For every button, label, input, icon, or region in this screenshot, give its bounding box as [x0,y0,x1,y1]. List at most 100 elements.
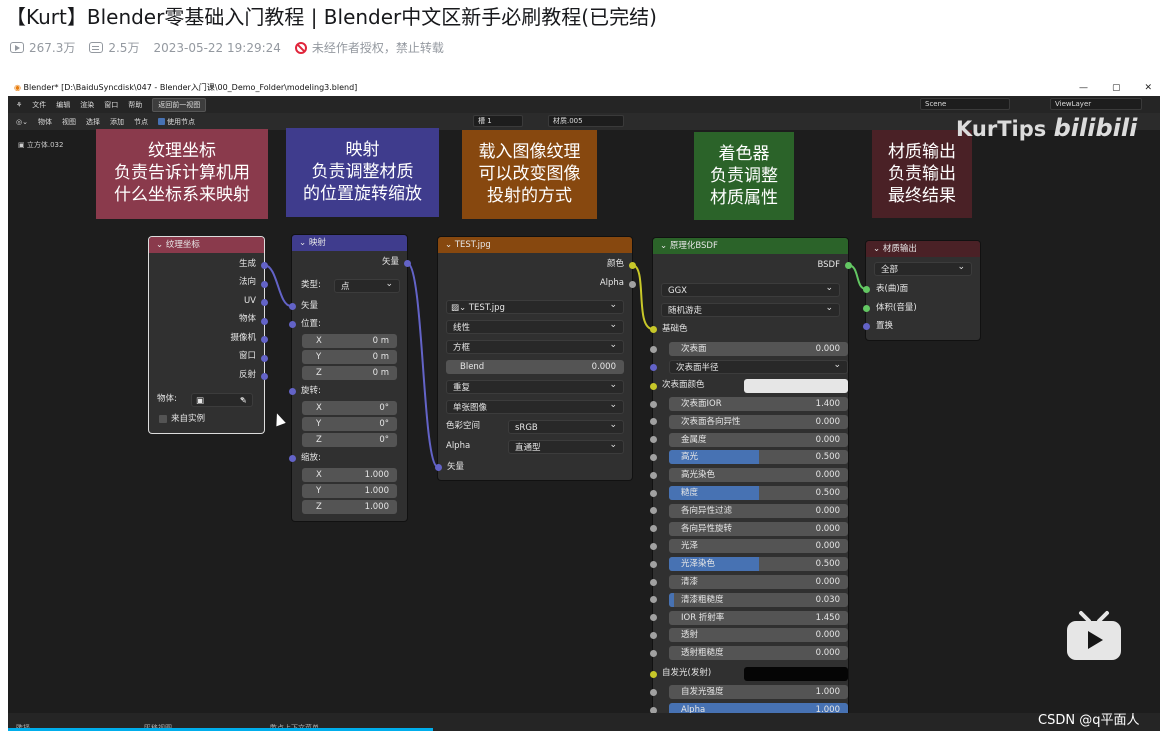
object-mode-dropdown[interactable]: 物体 [38,117,52,127]
location-z-field[interactable]: Z 0 m [302,366,397,380]
socket-scale[interactable] [288,454,296,462]
bsdf-param-field[interactable]: 糙度 0.500 [669,486,848,500]
socket-base-color[interactable] [649,325,657,333]
node-texture-coordinate[interactable]: ⌄ 纹理坐标 生成 法向 UV 物体 摄像机 窗口 反射 物体: ▣✎ 来自实例 [149,237,264,433]
image-selector[interactable]: ▨⌄ TEST.jpg [446,298,624,314]
socket-surface[interactable] [862,285,870,293]
location-x-field[interactable]: X 0 m [302,334,397,348]
socket-subsurface[interactable] [649,345,657,353]
rotation-z-field[interactable]: Z 0° [302,433,397,447]
bsdf-param-field[interactable]: 各向异性过滤 0.000 [669,503,848,518]
node-principled-bsdf[interactable]: ⌄ 原理化BSDF BSDF GGX 随机游走 基础色 次表面 0.000 次表面… [653,238,848,718]
socket-emission-strength[interactable] [649,688,657,696]
bsdf-header[interactable]: ⌄ 原理化BSDF [653,238,848,254]
socket-bsdf-param[interactable] [649,471,657,479]
socket-bsdf-param[interactable] [649,542,657,550]
rotation-y-field[interactable]: Y 0° [302,417,397,431]
socket-bsdf-param[interactable] [649,453,657,461]
video-player[interactable]: ◉ Blender* [D:\BaiduSyncdisk\047 - Blend… [8,80,1160,731]
collapse-icon[interactable]: ⌄ [156,240,166,250]
socket-normal[interactable] [260,280,268,288]
eyedropper-icon[interactable]: ✎ [240,394,247,408]
socket-bsdf-param[interactable] [649,560,657,568]
bsdf-param-field[interactable]: 高光 0.500 [669,450,848,465]
bsdf-param-field[interactable]: 清漆 0.000 [669,575,848,589]
socket-bsdf-param[interactable] [649,418,657,426]
menu-window[interactable]: 窗口 [104,100,118,110]
emission-strength-field[interactable]: 自发光强度 1.000 [669,685,848,699]
socket-bsdf-param[interactable] [649,614,657,622]
image-header[interactable]: ⌄ TEST.jpg [438,237,632,253]
socket-bsdf-param[interactable] [649,525,657,533]
texcoord-header[interactable]: ⌄ 纹理坐标 [149,237,264,253]
socket-mapping-in[interactable] [288,302,296,310]
minimize-button[interactable]: — [1079,80,1088,96]
alpha-mode-dropdown[interactable]: 直通型 [508,438,624,454]
collapse-icon[interactable]: ⌄ [873,244,883,254]
bsdf-param-field[interactable]: 光泽 0.000 [669,539,848,554]
collapse-icon[interactable]: ⌄ [299,238,309,248]
back-to-previous-button[interactable]: 返回前一视图 [152,97,207,112]
slot-dropdown[interactable]: 槽 1 [473,115,523,127]
subsurface-field[interactable]: 次表面 0.000 [669,342,848,356]
socket-displacement[interactable] [862,322,870,330]
output-target-dropdown[interactable]: 全部 [874,260,972,276]
bilibili-tv-icon[interactable] [1065,610,1123,662]
menu-add[interactable]: 添加 [110,117,124,127]
socket-bsdf-out[interactable] [844,261,852,269]
socket-generated[interactable] [260,261,268,269]
subsurface-color-swatch[interactable] [744,379,848,393]
scale-z-field[interactable]: Z 1.000 [302,500,397,514]
bsdf-param-field[interactable]: 次表面各向异性 0.000 [669,414,848,429]
socket-image-alpha[interactable] [628,280,636,288]
socket-object[interactable] [260,317,268,325]
bsdf-param-field[interactable]: 金属度 0.000 [669,432,848,447]
socket-bsdf-param[interactable] [649,489,657,497]
menu-file[interactable]: 文件 [32,100,46,110]
location-y-field[interactable]: Y 0 m [302,350,397,364]
close-button[interactable]: ✕ [1144,80,1152,96]
bsdf-param-field[interactable]: 各向异性旋转 0.000 [669,521,848,536]
bsdf-param-field[interactable]: 透射粗糙度 0.000 [669,646,848,661]
socket-bsdf-param[interactable] [649,400,657,408]
mapping-header[interactable]: ⌄ 映射 [292,235,407,251]
bsdf-param-field[interactable]: 光泽染色 0.500 [669,557,848,572]
socket-location[interactable] [288,320,296,328]
colorspace-dropdown[interactable]: sRGB [508,418,624,434]
view-layer-selector[interactable]: ViewLayer [1050,98,1142,110]
bsdf-param-field[interactable]: IOR 折射率 1.450 [669,610,848,625]
node-image-texture[interactable]: ⌄ TEST.jpg 颜色 Alpha ▨⌄ TEST.jpg 线性 方框 Bl… [438,237,632,480]
menu-node[interactable]: 节点 [134,117,148,127]
blender-menu-icon[interactable]: ⚘ [16,101,22,109]
socket-uv[interactable] [260,298,268,306]
socket-image-color[interactable] [628,261,636,269]
material-selector[interactable]: 材质.005 [548,115,624,127]
menu-render[interactable]: 渲染 [80,100,94,110]
blend-field[interactable]: Blend 0.000 [446,360,624,374]
socket-bsdf-param[interactable] [649,631,657,639]
editor-type-icon[interactable]: ◎⌄ [16,118,28,126]
bsdf-param-field[interactable]: 高光染色 0.000 [669,468,848,483]
use-nodes-toggle[interactable]: 使用节点 [157,117,195,127]
socket-subsurface-radius[interactable] [649,363,657,371]
subsurface-radius-dropdown[interactable]: 次表面半径 [669,358,848,374]
from-instancer-checkbox[interactable]: 来自实例 [159,413,205,426]
socket-image-vector[interactable] [434,463,442,471]
emission-color-swatch[interactable] [744,667,848,681]
socket-camera[interactable] [260,335,268,343]
menu-edit[interactable]: 编辑 [56,100,70,110]
socket-subsurface-color[interactable] [649,382,657,390]
object-picker[interactable]: ▣ ✎ [191,391,253,408]
collapse-icon[interactable]: ⌄ [660,241,670,251]
image-browse-icon[interactable]: ▨⌄ [451,303,469,313]
socket-volume[interactable] [862,304,870,312]
interpolation-dropdown[interactable]: 线性 [446,318,624,334]
node-mapping[interactable]: ⌄ 映射 矢量 类型: 点 矢量 位置: X0 m Y0 m Z0 m 旋转: … [292,235,407,521]
node-material-output[interactable]: ⌄ 材质输出 全部 表(曲)面 体积(音量) 置换 [866,241,980,340]
scale-x-field[interactable]: X 1.000 [302,468,397,482]
socket-reflection[interactable] [260,372,268,380]
projection-dropdown[interactable]: 方框 [446,338,624,354]
subsurface-method-dropdown[interactable]: 随机游走 [661,301,840,317]
socket-bsdf-param[interactable] [649,507,657,515]
socket-mapping-out[interactable] [403,259,411,267]
